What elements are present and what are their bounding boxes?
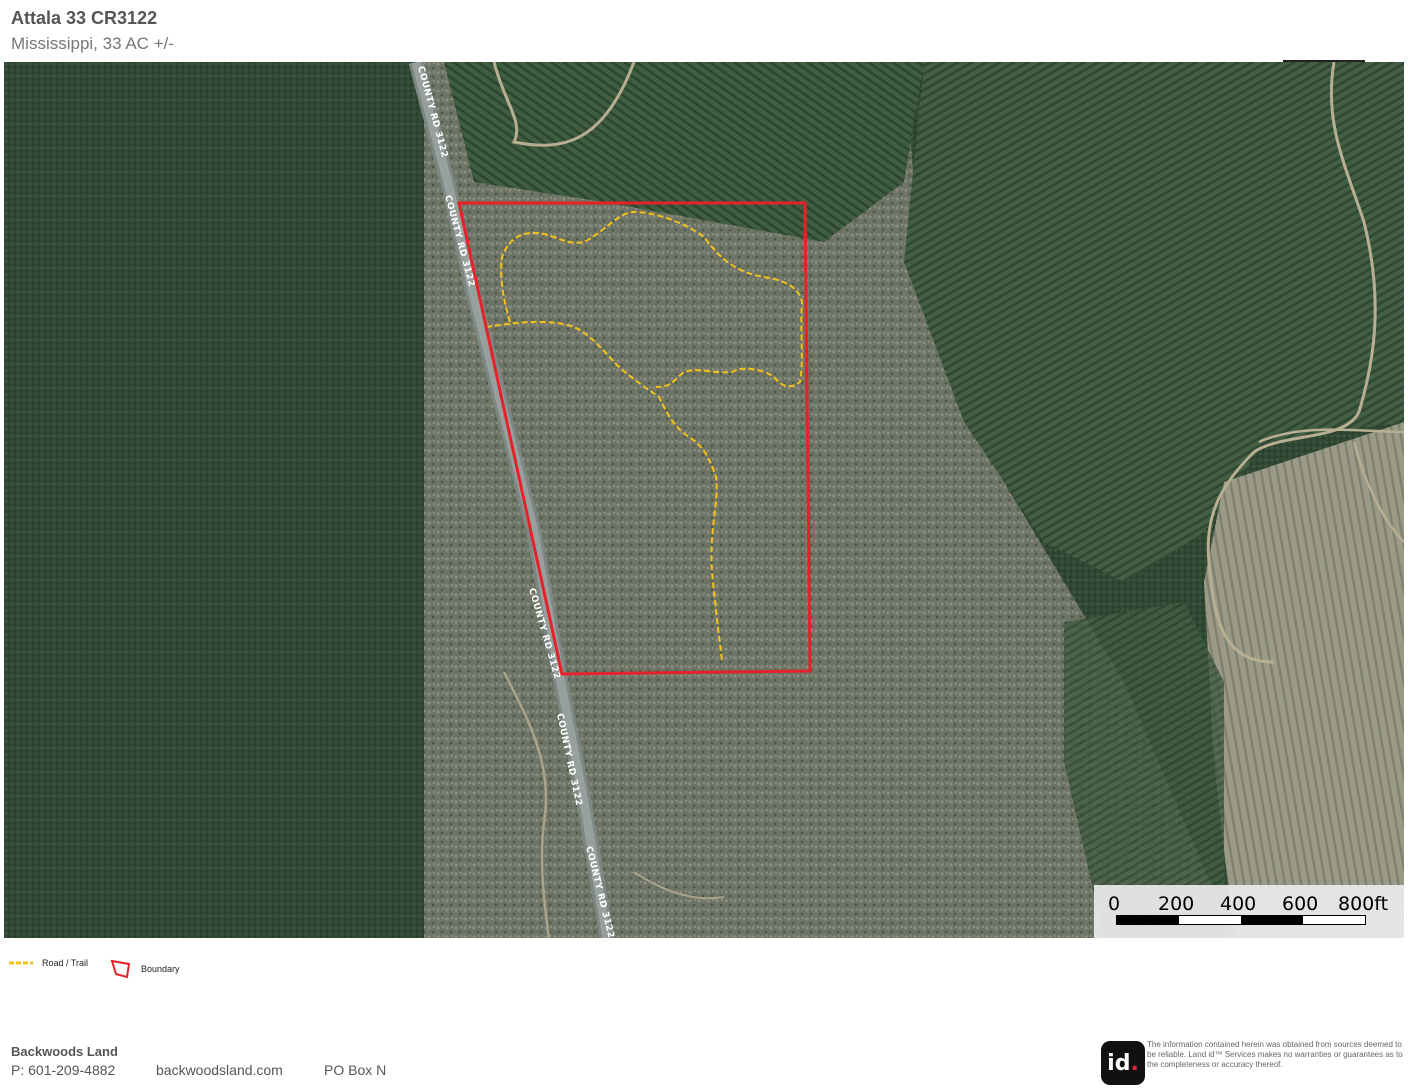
scale-label: 200 bbox=[1158, 893, 1195, 915]
scale-segment bbox=[1179, 916, 1241, 924]
logo-text: id bbox=[1107, 1050, 1131, 1076]
scale-label: 600 bbox=[1282, 893, 1319, 915]
west-pine-stand bbox=[4, 62, 424, 938]
scale-label: 800ft bbox=[1338, 893, 1389, 915]
boundary-legend-icon bbox=[110, 959, 131, 979]
disclaimer-text: The information contained herein was obt… bbox=[1147, 1040, 1403, 1069]
scale-segment bbox=[1241, 916, 1303, 924]
legend-boundary-label: Boundary bbox=[141, 964, 180, 974]
trail-legend-icon bbox=[9, 961, 33, 965]
map-subtitle: Mississippi, 33 AC +/- bbox=[11, 34, 174, 53]
aerial-map[interactable]: COUNTY RD 3122 COUNTY RD 3122 COUNTY RD … bbox=[4, 62, 1404, 938]
map-title: Attala 33 CR3122 bbox=[11, 8, 158, 28]
legend-trail: Road / Trail bbox=[8, 958, 88, 968]
company-website[interactable]: backwoodsland.com bbox=[156, 1062, 283, 1078]
scale-segment bbox=[1117, 916, 1179, 924]
scale-segment bbox=[1303, 916, 1365, 924]
landid-logo: id. bbox=[1101, 1041, 1145, 1085]
company-name: Backwoods Land bbox=[11, 1044, 118, 1059]
scale-ruler bbox=[1116, 915, 1366, 925]
map-canvas: COUNTY RD 3122 COUNTY RD 3122 COUNTY RD … bbox=[4, 62, 1404, 938]
company-phone: P: 601-209-4882 bbox=[11, 1062, 116, 1078]
scale-label: 400 bbox=[1220, 893, 1257, 915]
legend-boundary: Boundary bbox=[109, 958, 180, 980]
logo-dot: . bbox=[1130, 1050, 1139, 1076]
scale-label: 0 bbox=[1108, 893, 1121, 915]
legend-trail-label: Road / Trail bbox=[42, 958, 89, 968]
company-address: PO Box N bbox=[324, 1062, 387, 1078]
scale-bar: 0 200 400 600 800ft bbox=[1094, 885, 1404, 938]
